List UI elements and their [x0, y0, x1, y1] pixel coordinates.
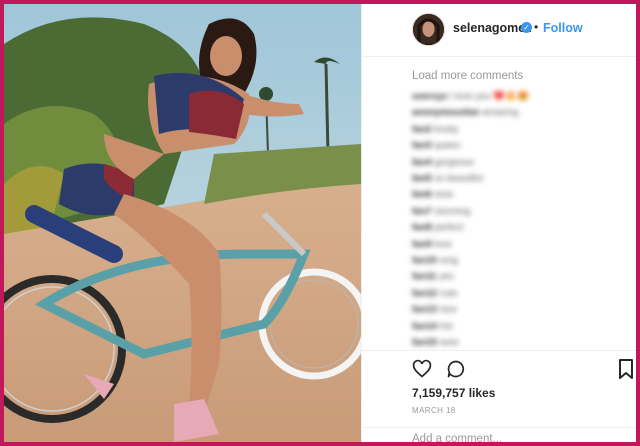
- post-header: selenagomez ✓ • Follow: [362, 4, 636, 57]
- add-comment-bar: [362, 427, 636, 442]
- list-item: fan5 so beautiful: [412, 173, 483, 185]
- comment-bubble-icon[interactable]: [446, 359, 466, 379]
- post-side-panel: selenagomez ✓ • Follow Load more comment…: [361, 4, 636, 442]
- list-item: fan9 love: [412, 238, 452, 250]
- list-item: fan3 queen: [412, 140, 461, 152]
- post-actions: 7,159,757 likes MARCH 18: [362, 350, 636, 442]
- load-more-comments-link[interactable]: Load more comments: [412, 70, 523, 82]
- post-photo[interactable]: [4, 4, 361, 442]
- likes-count[interactable]: 7,159,757 likes: [412, 386, 495, 400]
- list-item: fan4 gorgeous: [412, 156, 474, 168]
- separator-dot: •: [534, 20, 539, 34]
- follow-button[interactable]: Follow: [543, 21, 583, 35]
- list-item: fan6 wow: [412, 189, 454, 201]
- username-link[interactable]: selenagomez: [453, 21, 532, 35]
- list-item: fan10 omg: [412, 255, 458, 267]
- comments-list: userxyz I love you ❤️🔥😍 anonymousfan ama…: [412, 89, 627, 351]
- list-item: fan15 wow: [412, 337, 459, 349]
- list-item: anonymousfan amazing: [412, 107, 519, 119]
- post-date: MARCH 18: [412, 406, 456, 415]
- list-item: fan7 stunning: [412, 205, 471, 217]
- bookmark-icon[interactable]: [619, 359, 633, 379]
- list-item: fan2 lovely: [412, 123, 459, 135]
- list-item: fan13 nice: [412, 304, 457, 316]
- list-item: fan12 cute: [412, 287, 458, 299]
- avatar-image: [413, 14, 444, 45]
- list-item: fan11 yes: [412, 271, 454, 283]
- heart-icon[interactable]: [412, 359, 432, 379]
- post-photo-image: [4, 4, 361, 442]
- list-item: fan14 hot: [412, 320, 453, 332]
- avatar[interactable]: [412, 13, 445, 46]
- instagram-post-frame: selenagomez ✓ • Follow Load more comment…: [4, 4, 636, 442]
- list-item: userxyz I love you ❤️🔥😍: [412, 91, 529, 102]
- list-item: fan8 perfect: [412, 222, 464, 234]
- add-comment-input[interactable]: [412, 433, 612, 442]
- verified-check-icon: ✓: [521, 22, 532, 33]
